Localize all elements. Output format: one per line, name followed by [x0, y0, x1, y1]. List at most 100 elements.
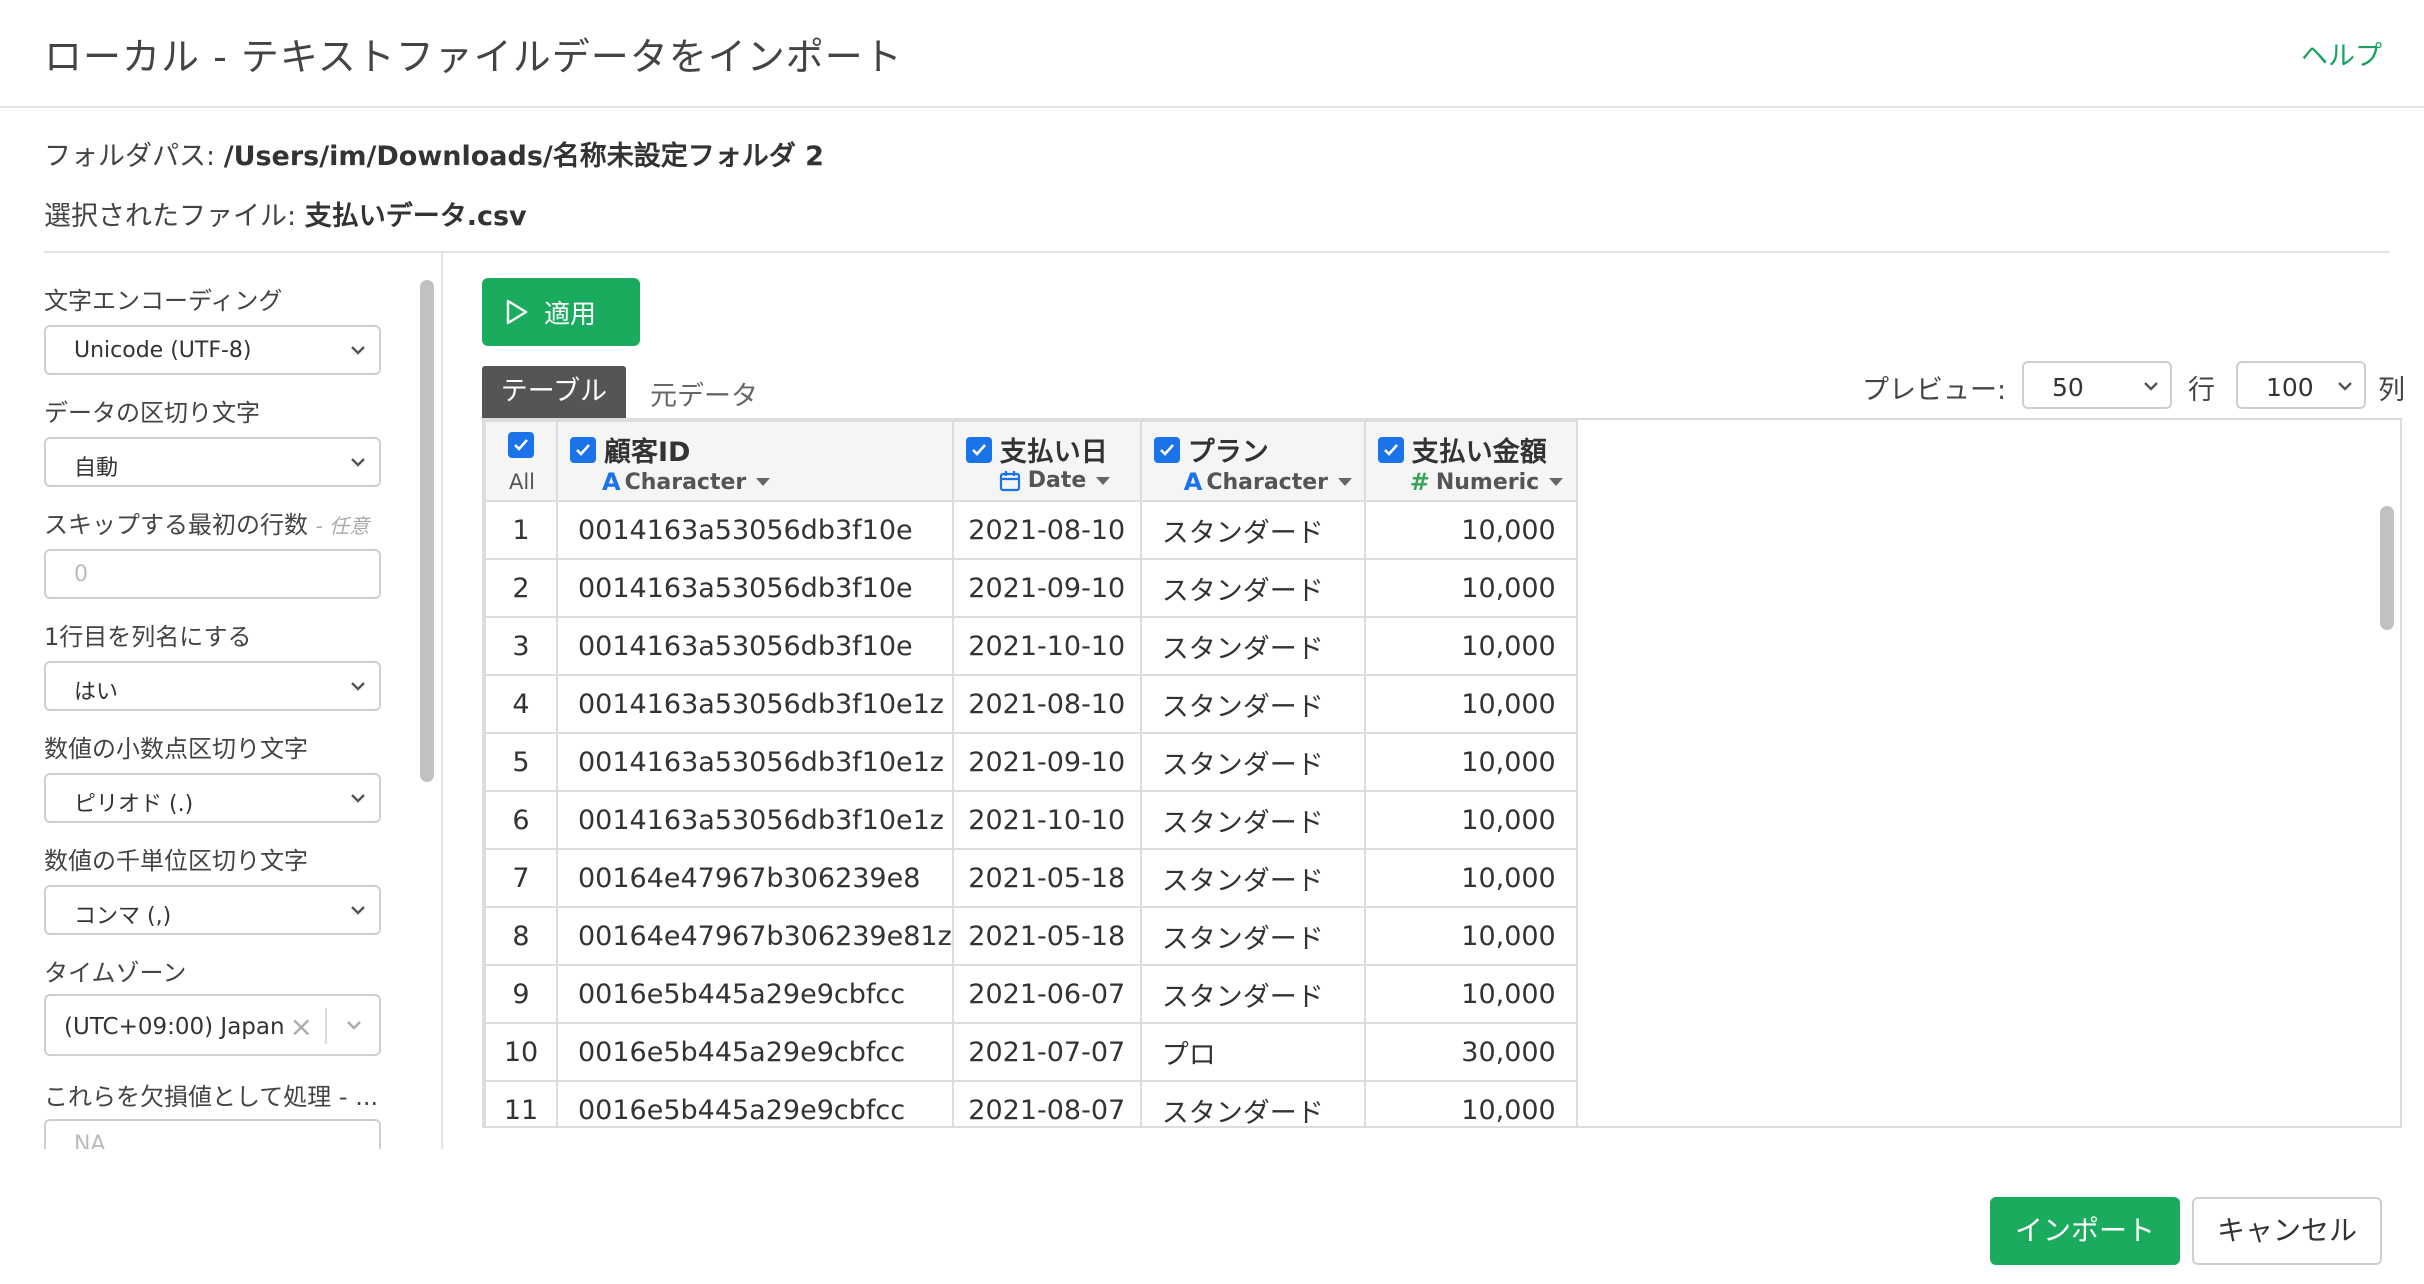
encoding-select[interactable]: Unicode (UTF-8): [44, 325, 381, 375]
encoding-value: Unicode (UTF-8): [74, 338, 252, 363]
decimal-label: 数値の小数点区切り文字: [44, 735, 308, 763]
column-header-payment-date[interactable]: 支払い日 Date: [951, 420, 1142, 502]
cell-amount: 10,000: [1363, 500, 1578, 560]
thousands-value: コンマ (,): [74, 904, 172, 929]
cell-amount: 10,000: [1363, 790, 1578, 850]
column-header-customer-id[interactable]: 顧客ID A Character: [556, 420, 954, 502]
play-icon: [506, 299, 528, 325]
row-number: 2: [484, 558, 558, 618]
preview-rows-select[interactable]: 50: [2022, 361, 2172, 409]
column-checkbox[interactable]: [965, 436, 992, 463]
column-type: Numeric: [1435, 469, 1540, 495]
folder-path-value: /Users/im/Downloads/名称未設定フォルダ 2: [223, 141, 824, 172]
cell-payment-date: 2021-05-18: [951, 848, 1142, 908]
optional-hint: - 任意: [315, 514, 370, 538]
row-number: 11: [484, 1080, 558, 1126]
chevron-down-icon: [351, 458, 365, 467]
selected-file: 選択されたファイル: 支払いデータ.csv: [44, 194, 527, 233]
cell-payment-date: 2021-08-10: [951, 674, 1142, 734]
cell-customer-id: 0014163a53056db3f10e1z: [556, 790, 954, 850]
preview-cols-select[interactable]: 100: [2236, 361, 2366, 409]
skip-rows-label-text: スキップする最初の行数: [44, 511, 308, 539]
table-row: 9 0016e5b445a29e9cbfcc 2021-06-07 スタンダード 10,…: [484, 964, 1578, 1024]
column-header-amount[interactable]: 支払い金額 # Numeric: [1363, 420, 1578, 502]
check-icon: [576, 443, 590, 456]
table-row: 4 0014163a53056db3f10e1z 2021-08-10 スタンダード 1…: [484, 674, 1578, 734]
tab-table[interactable]: テーブル: [482, 366, 626, 418]
numeric-type-icon: #: [1409, 468, 1430, 496]
select-all-checkbox[interactable]: [508, 432, 534, 458]
select-separator: [325, 1008, 327, 1044]
decimal-value: ピリオド (.): [74, 792, 194, 817]
table-row: 8 00164e47967b306239e81z 2021-05-18 スタンダード 1…: [484, 906, 1578, 966]
preview-cols-value: 100: [2266, 373, 2314, 402]
dialog-title: ローカル - テキストファイルデータをインポート: [44, 35, 903, 79]
column-type-selector[interactable]: Date: [998, 468, 1111, 493]
sidebar-scrollbar[interactable]: [420, 280, 434, 782]
import-button[interactable]: インポート: [1990, 1197, 2180, 1265]
cell-amount: 10,000: [1363, 1080, 1578, 1126]
help-link[interactable]: ヘルプ: [2301, 34, 2382, 73]
delimiter-value: 自動: [74, 456, 119, 481]
cell-plan: スタンダード: [1139, 790, 1366, 850]
column-checkbox[interactable]: [1377, 436, 1404, 463]
clear-icon[interactable]: ×: [290, 1010, 313, 1043]
delimiter-select[interactable]: 自動: [44, 437, 381, 487]
column-type: Date: [1027, 468, 1087, 493]
cell-amount: 10,000: [1363, 906, 1578, 966]
cancel-button[interactable]: キャンセル: [2192, 1197, 2382, 1265]
column-type-selector[interactable]: A Character: [1183, 468, 1353, 496]
all-label: All: [508, 470, 536, 494]
character-type-icon: A: [602, 468, 621, 496]
sidebar-divider: [441, 253, 443, 1149]
na-values-placeholder: NA: [74, 1132, 106, 1149]
cell-amount: 10,000: [1363, 964, 1578, 1024]
preview-table: All 顧客ID A Character 支払い日 Date プラン A Cha…: [484, 420, 1578, 1126]
column-checkbox[interactable]: [570, 436, 596, 463]
column-type: Character: [624, 469, 747, 495]
chevron-down-icon: [2144, 382, 2158, 391]
column-header-plan[interactable]: プラン A Character: [1139, 420, 1366, 502]
skip-rows-label: スキップする最初の行数 - 任意: [44, 505, 369, 540]
column-checkbox[interactable]: [1153, 436, 1180, 463]
import-options-sidebar: 文字エンコーディング Unicode (UTF-8) データの区切り文字 自動 …: [0, 253, 442, 1149]
cell-amount: 10,000: [1363, 848, 1578, 908]
cell-payment-date: 2021-08-07: [951, 1080, 1142, 1126]
header-row-value: はい: [74, 680, 119, 705]
cell-plan: スタンダード: [1139, 500, 1366, 560]
table-row: 1 0014163a53056db3f10e 2021-08-10 スタンダード 10,…: [484, 500, 1578, 560]
cell-customer-id: 0016e5b445a29e9cbfcc: [556, 1022, 954, 1082]
row-number: 3: [484, 616, 558, 676]
timezone-label: タイムゾーン: [44, 959, 187, 987]
chevron-down-icon: [2338, 382, 2352, 391]
cell-customer-id: 0014163a53056db3f10e: [556, 558, 954, 618]
table-row: 11 0016e5b445a29e9cbfcc 2021-08-07 スタンダード 10…: [484, 1080, 1578, 1126]
preview-grid: All 顧客ID A Character 支払い日 Date プラン A Cha…: [482, 418, 2402, 1128]
caret-down-icon: [756, 478, 771, 486]
rows-unit: 行: [2188, 375, 2215, 406]
character-type-icon: A: [1183, 468, 1203, 496]
cell-plan: スタンダード: [1139, 848, 1366, 908]
cell-payment-date: 2021-09-10: [951, 558, 1142, 618]
cell-plan: プロ: [1139, 1022, 1366, 1082]
thousands-select[interactable]: コンマ (,): [44, 885, 381, 935]
decimal-select[interactable]: ピリオド (.): [44, 773, 381, 823]
row-number: 1: [484, 500, 558, 560]
cell-plan: スタンダード: [1139, 906, 1366, 966]
column-type-selector[interactable]: A Character: [602, 468, 771, 496]
column-type-selector[interactable]: # Numeric: [1409, 468, 1564, 496]
grid-scrollbar[interactable]: [2380, 506, 2394, 630]
preview-table-body: 1 0014163a53056db3f10e 2021-08-10 スタンダード 10,…: [484, 500, 1578, 1126]
chevron-down-icon[interactable]: [343, 1014, 365, 1036]
caret-down-icon: [1096, 476, 1111, 485]
column-type: Character: [1206, 469, 1329, 495]
skip-rows-input[interactable]: 0: [44, 549, 381, 599]
preview-label: プレビュー:: [1862, 375, 2007, 406]
skip-rows-placeholder: 0: [74, 562, 88, 587]
header-row-select[interactable]: はい: [44, 661, 381, 711]
timezone-select[interactable]: (UTC+09:00) Japan ×: [44, 994, 381, 1056]
apply-button[interactable]: 適用: [482, 278, 640, 346]
tab-raw-data[interactable]: 元データ: [650, 374, 758, 413]
cell-amount: 10,000: [1363, 674, 1578, 734]
na-values-input[interactable]: NA: [44, 1119, 381, 1149]
